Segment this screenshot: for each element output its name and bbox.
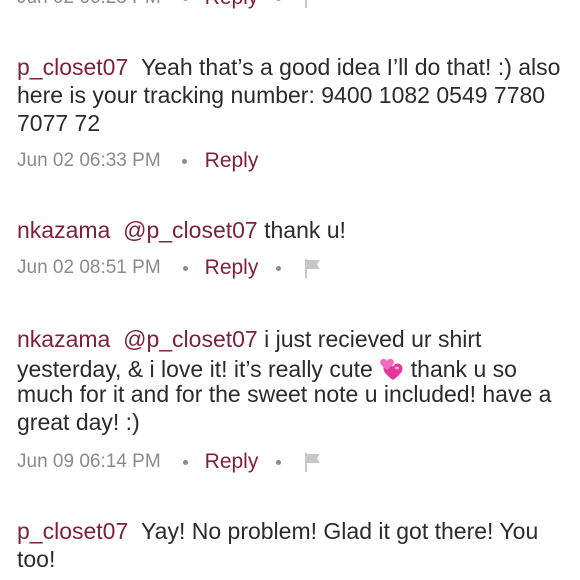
comments-page: Jun 02 06:23 PM Reply p_closet07 Yeah th… xyxy=(0,0,580,580)
comment-mention[interactable]: @p_closet07 xyxy=(123,217,258,243)
comment-item: p_closet07 Yeah that’s a good idea I’ll … xyxy=(17,53,580,137)
flag-icon[interactable] xyxy=(303,0,323,9)
comment-username[interactable]: p_closet07 xyxy=(17,54,128,80)
comment-meta-top: Jun 02 06:23 PM Reply xyxy=(17,0,323,10)
reply-button[interactable]: Reply xyxy=(205,149,259,173)
comment-text: Yay! No problem! Glad it got there! You xyxy=(141,518,539,544)
comment-line: 7077 72 xyxy=(17,110,101,136)
comment-line: here is your tracking number: 9400 1082 … xyxy=(17,82,546,108)
comment-line: much for it and for the sweet note u inc… xyxy=(17,381,552,407)
comment-item: nkazama @p_closet07 i just recieved ur s… xyxy=(17,325,580,436)
comment-mention[interactable]: @p_closet07 xyxy=(123,326,258,352)
flag-icon[interactable] xyxy=(303,257,323,279)
separator-dot xyxy=(182,459,188,465)
comment-meta: Jun 02 08:51 PM Reply xyxy=(17,256,323,280)
comment-meta: Jun 09 06:14 PM Reply xyxy=(17,450,323,474)
timestamp: Jun 02 08:51 PM xyxy=(17,257,161,278)
comment-line: great day! :) xyxy=(17,409,140,435)
comment-text: Yeah that’s a good idea I’ll do that! :)… xyxy=(141,54,561,80)
separator-dot xyxy=(276,0,282,1)
two-hearts-emoji xyxy=(379,358,403,380)
comment-username[interactable]: nkazama xyxy=(17,217,110,243)
reply-button[interactable]: Reply xyxy=(205,450,259,474)
reply-button[interactable]: Reply xyxy=(205,256,259,280)
comment-meta: Jun 02 06:33 PM Reply xyxy=(17,149,258,173)
comment-username[interactable]: nkazama xyxy=(17,326,110,352)
timestamp: Jun 09 06:14 PM xyxy=(17,451,161,472)
comment-text: yesterday, & i love it! it’s really cute xyxy=(17,356,373,382)
timestamp: Jun 02 06:33 PM xyxy=(17,150,161,171)
comment-line: p_closet07 Yeah that’s a good idea I’ll … xyxy=(17,53,580,81)
timestamp: Jun 02 06:23 PM xyxy=(17,0,161,9)
comment-line: nkazama @p_closet07 i just recieved ur s… xyxy=(17,325,580,353)
comment-item: nkazama @p_closet07 thank u! xyxy=(17,216,580,244)
comment-line: too! xyxy=(17,546,56,572)
comment-line: yesterday, & i love it! it’s really cute… xyxy=(17,355,580,383)
comment-text: thank u! xyxy=(264,217,346,243)
comment-text: thank u so xyxy=(410,356,517,382)
separator-dot xyxy=(276,265,282,271)
separator-dot xyxy=(182,0,188,1)
reply-button[interactable]: Reply xyxy=(205,0,259,10)
comment-text: i just recieved ur shirt xyxy=(264,326,482,352)
separator-dot xyxy=(182,265,188,271)
comment-line: p_closet07 Yay! No problem! Glad it got … xyxy=(17,517,580,545)
separator-dot xyxy=(276,459,282,465)
flag-icon[interactable] xyxy=(303,451,323,473)
comment-item: p_closet07 Yay! No problem! Glad it got … xyxy=(17,517,580,573)
separator-dot xyxy=(181,158,187,164)
comment-username[interactable]: p_closet07 xyxy=(17,518,128,544)
